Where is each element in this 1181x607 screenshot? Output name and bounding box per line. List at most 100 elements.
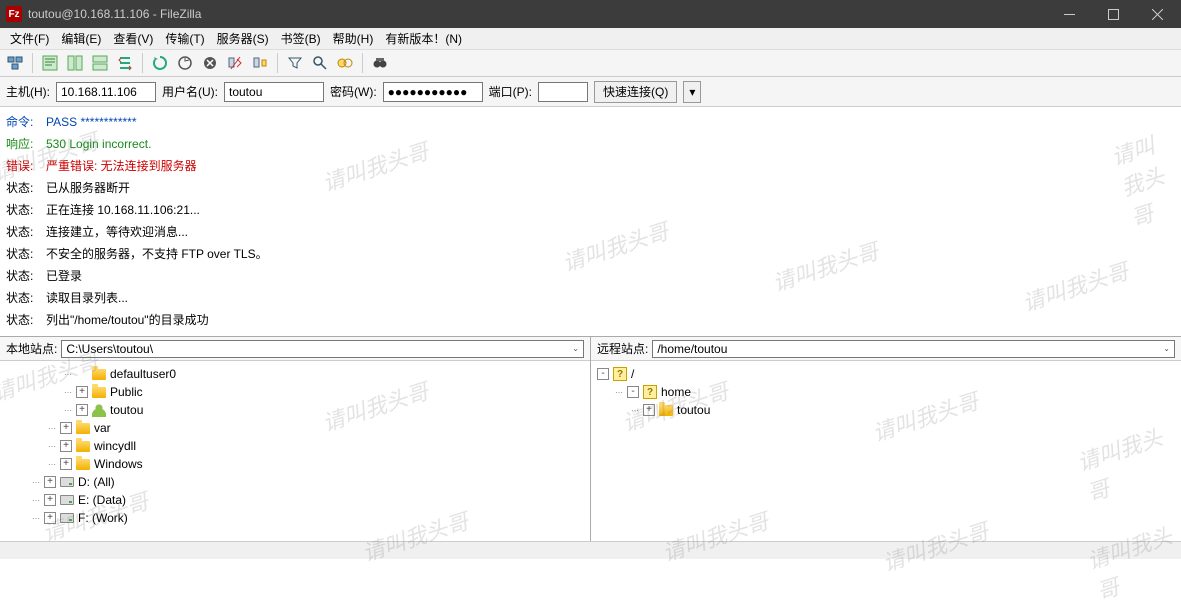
tree-node[interactable]: ⋯+ Windows <box>2 455 588 473</box>
maximize-button[interactable] <box>1091 0 1135 28</box>
menu-item-1[interactable]: 编辑(E) <box>55 28 107 49</box>
local-path-text: C:\Users\toutou\ <box>66 342 153 356</box>
tree-guide: ⋯ <box>62 406 73 415</box>
log-row: 状态:已登录 <box>6 265 1175 287</box>
toggle-localtree-icon[interactable] <box>64 52 86 74</box>
tree-label: toutou <box>110 403 143 417</box>
log-row: 响应:530 Login incorrect. <box>6 133 1175 155</box>
toggle-log-icon[interactable] <box>39 52 61 74</box>
tree-node[interactable]: ⋯+ D: (All) <box>2 473 588 491</box>
expander-icon[interactable]: + <box>44 476 56 488</box>
log-row: 错误:严重错误: 无法连接到服务器 <box>6 155 1175 177</box>
toggle-queue-icon[interactable] <box>114 52 136 74</box>
quickconnect-dropdown[interactable]: ▾ <box>683 81 701 103</box>
menu-item-5[interactable]: 书签(B) <box>275 28 327 49</box>
tree-label: home <box>661 385 691 399</box>
log-msg: 读取目录列表... <box>46 287 128 309</box>
sitemanager-icon[interactable] <box>4 52 26 74</box>
log-msg: 正在连接 10.168.11.106:21... <box>46 199 200 221</box>
tree-guide: ⋯ <box>62 370 73 379</box>
expander-icon[interactable]: + <box>60 458 72 470</box>
menu-item-2[interactable]: 查看(V) <box>107 28 159 49</box>
port-label: 端口(P): <box>489 83 532 100</box>
tree-guide: ⋯ <box>30 478 41 487</box>
toggle-remotetree-icon[interactable] <box>89 52 111 74</box>
user-input[interactable] <box>224 82 324 102</box>
tree-node[interactable]: ⋯+var <box>2 419 588 437</box>
expander-icon[interactable]: + <box>44 512 56 524</box>
tree-label: D: (All) <box>78 475 115 489</box>
bottom-stub <box>0 541 1181 559</box>
expander-icon[interactable]: - <box>627 386 639 398</box>
remote-path-text: /home/toutou <box>657 342 727 356</box>
tree-guide: ⋯ <box>46 424 57 433</box>
tree-node[interactable]: ⋯-?home <box>593 383 1179 401</box>
close-button[interactable] <box>1135 0 1179 28</box>
expander-icon[interactable]: + <box>76 386 88 398</box>
folder-icon <box>91 367 107 381</box>
compare-icon[interactable] <box>334 52 356 74</box>
dual-pane: 本地站点: C:\Users\toutou\ ⌄ ⋯defaultuser0⋯+… <box>0 337 1181 541</box>
tree-label: / <box>631 367 634 381</box>
expander-icon[interactable]: - <box>597 368 609 380</box>
binoculars-icon[interactable] <box>369 52 391 74</box>
tree-node[interactable]: ⋯+F: (Work) <box>2 509 588 527</box>
local-path-combo[interactable]: C:\Users\toutou\ ⌄ <box>61 340 584 358</box>
tree-node[interactable]: ⋯+toutou <box>593 401 1179 419</box>
tree-node[interactable]: ⋯+wincydll <box>2 437 588 455</box>
expander-icon[interactable]: + <box>60 422 72 434</box>
local-site-label: 本地站点: <box>6 340 57 357</box>
log-msg: 连接建立，等待欢迎消息... <box>46 221 188 243</box>
disconnect-icon[interactable] <box>224 52 246 74</box>
tree-node[interactable]: ⋯+ toutou <box>2 401 588 419</box>
unknown-folder-icon: ? <box>642 385 658 399</box>
remote-tree[interactable]: -?/⋯-?home⋯+toutou <box>591 361 1181 541</box>
tree-guide: ⋯ <box>613 388 624 397</box>
cancel-icon[interactable] <box>199 52 221 74</box>
tree-node[interactable]: ⋯+Public <box>2 383 588 401</box>
tree-guide: ⋯ <box>62 388 73 397</box>
search-icon[interactable] <box>309 52 331 74</box>
local-tree[interactable]: ⋯defaultuser0⋯+Public⋯+toutou⋯+var⋯+winc… <box>0 361 590 541</box>
menu-item-6[interactable]: 帮助(H) <box>327 28 380 49</box>
minimize-button[interactable] <box>1047 0 1091 28</box>
refresh-icon[interactable] <box>149 52 171 74</box>
host-input[interactable] <box>56 82 156 102</box>
local-pane: 本地站点: C:\Users\toutou\ ⌄ ⋯defaultuser0⋯+… <box>0 337 591 541</box>
log-msg: PASS ************ <box>46 111 137 133</box>
pass-input[interactable] <box>383 82 483 102</box>
tree-node[interactable]: ⋯+E: (Data) <box>2 491 588 509</box>
tree-node[interactable]: ⋯ defaultuser0 <box>2 365 588 383</box>
quickconnect-button[interactable]: 快速连接(Q) <box>594 81 677 103</box>
menu-item-7[interactable]: 有新版本！(N) <box>379 28 468 49</box>
filter-icon[interactable] <box>284 52 306 74</box>
remote-path-combo[interactable]: /home/toutou ⌄ <box>652 340 1175 358</box>
tree-label: defaultuser0 <box>110 367 176 381</box>
menu-item-0[interactable]: 文件(F) <box>4 28 55 49</box>
log-row: 命令:PASS ************ <box>6 111 1175 133</box>
app-icon: Fz <box>6 6 22 22</box>
expander-none <box>76 368 88 380</box>
pass-label: 密码(W): <box>330 83 377 100</box>
folder-icon <box>75 457 91 471</box>
tree-label: wincydll <box>94 439 136 453</box>
expander-icon[interactable]: + <box>643 404 655 416</box>
tree-node[interactable]: -?/ <box>593 365 1179 383</box>
menu-item-3[interactable]: 传输(T) <box>159 28 210 49</box>
expander-icon[interactable]: + <box>60 440 72 452</box>
expander-icon[interactable]: + <box>76 404 88 416</box>
process-queue-icon[interactable] <box>174 52 196 74</box>
remote-site-label: 远程站点: <box>597 340 648 357</box>
reconnect-icon[interactable] <box>249 52 271 74</box>
expander-icon[interactable]: + <box>44 494 56 506</box>
tree-guide: ⋯ <box>46 460 57 469</box>
titlebar: Fz toutou@10.168.11.106 - FileZilla <box>0 0 1181 28</box>
folder-icon <box>91 385 107 399</box>
log-row: 状态:列出"/home/toutou"的目录成功 <box>6 309 1175 331</box>
log-row: 状态:已从服务器断开 <box>6 177 1175 199</box>
port-input[interactable] <box>538 82 588 102</box>
quickconnect-bar: 主机(H): 用户名(U): 密码(W): 端口(P): 快速连接(Q) ▾ <box>0 77 1181 107</box>
menu-item-4[interactable]: 服务器(S) <box>211 28 275 49</box>
tree-label: Windows <box>94 457 143 471</box>
message-log[interactable]: 命令:PASS ************响应:530 Login incorre… <box>0 107 1181 337</box>
